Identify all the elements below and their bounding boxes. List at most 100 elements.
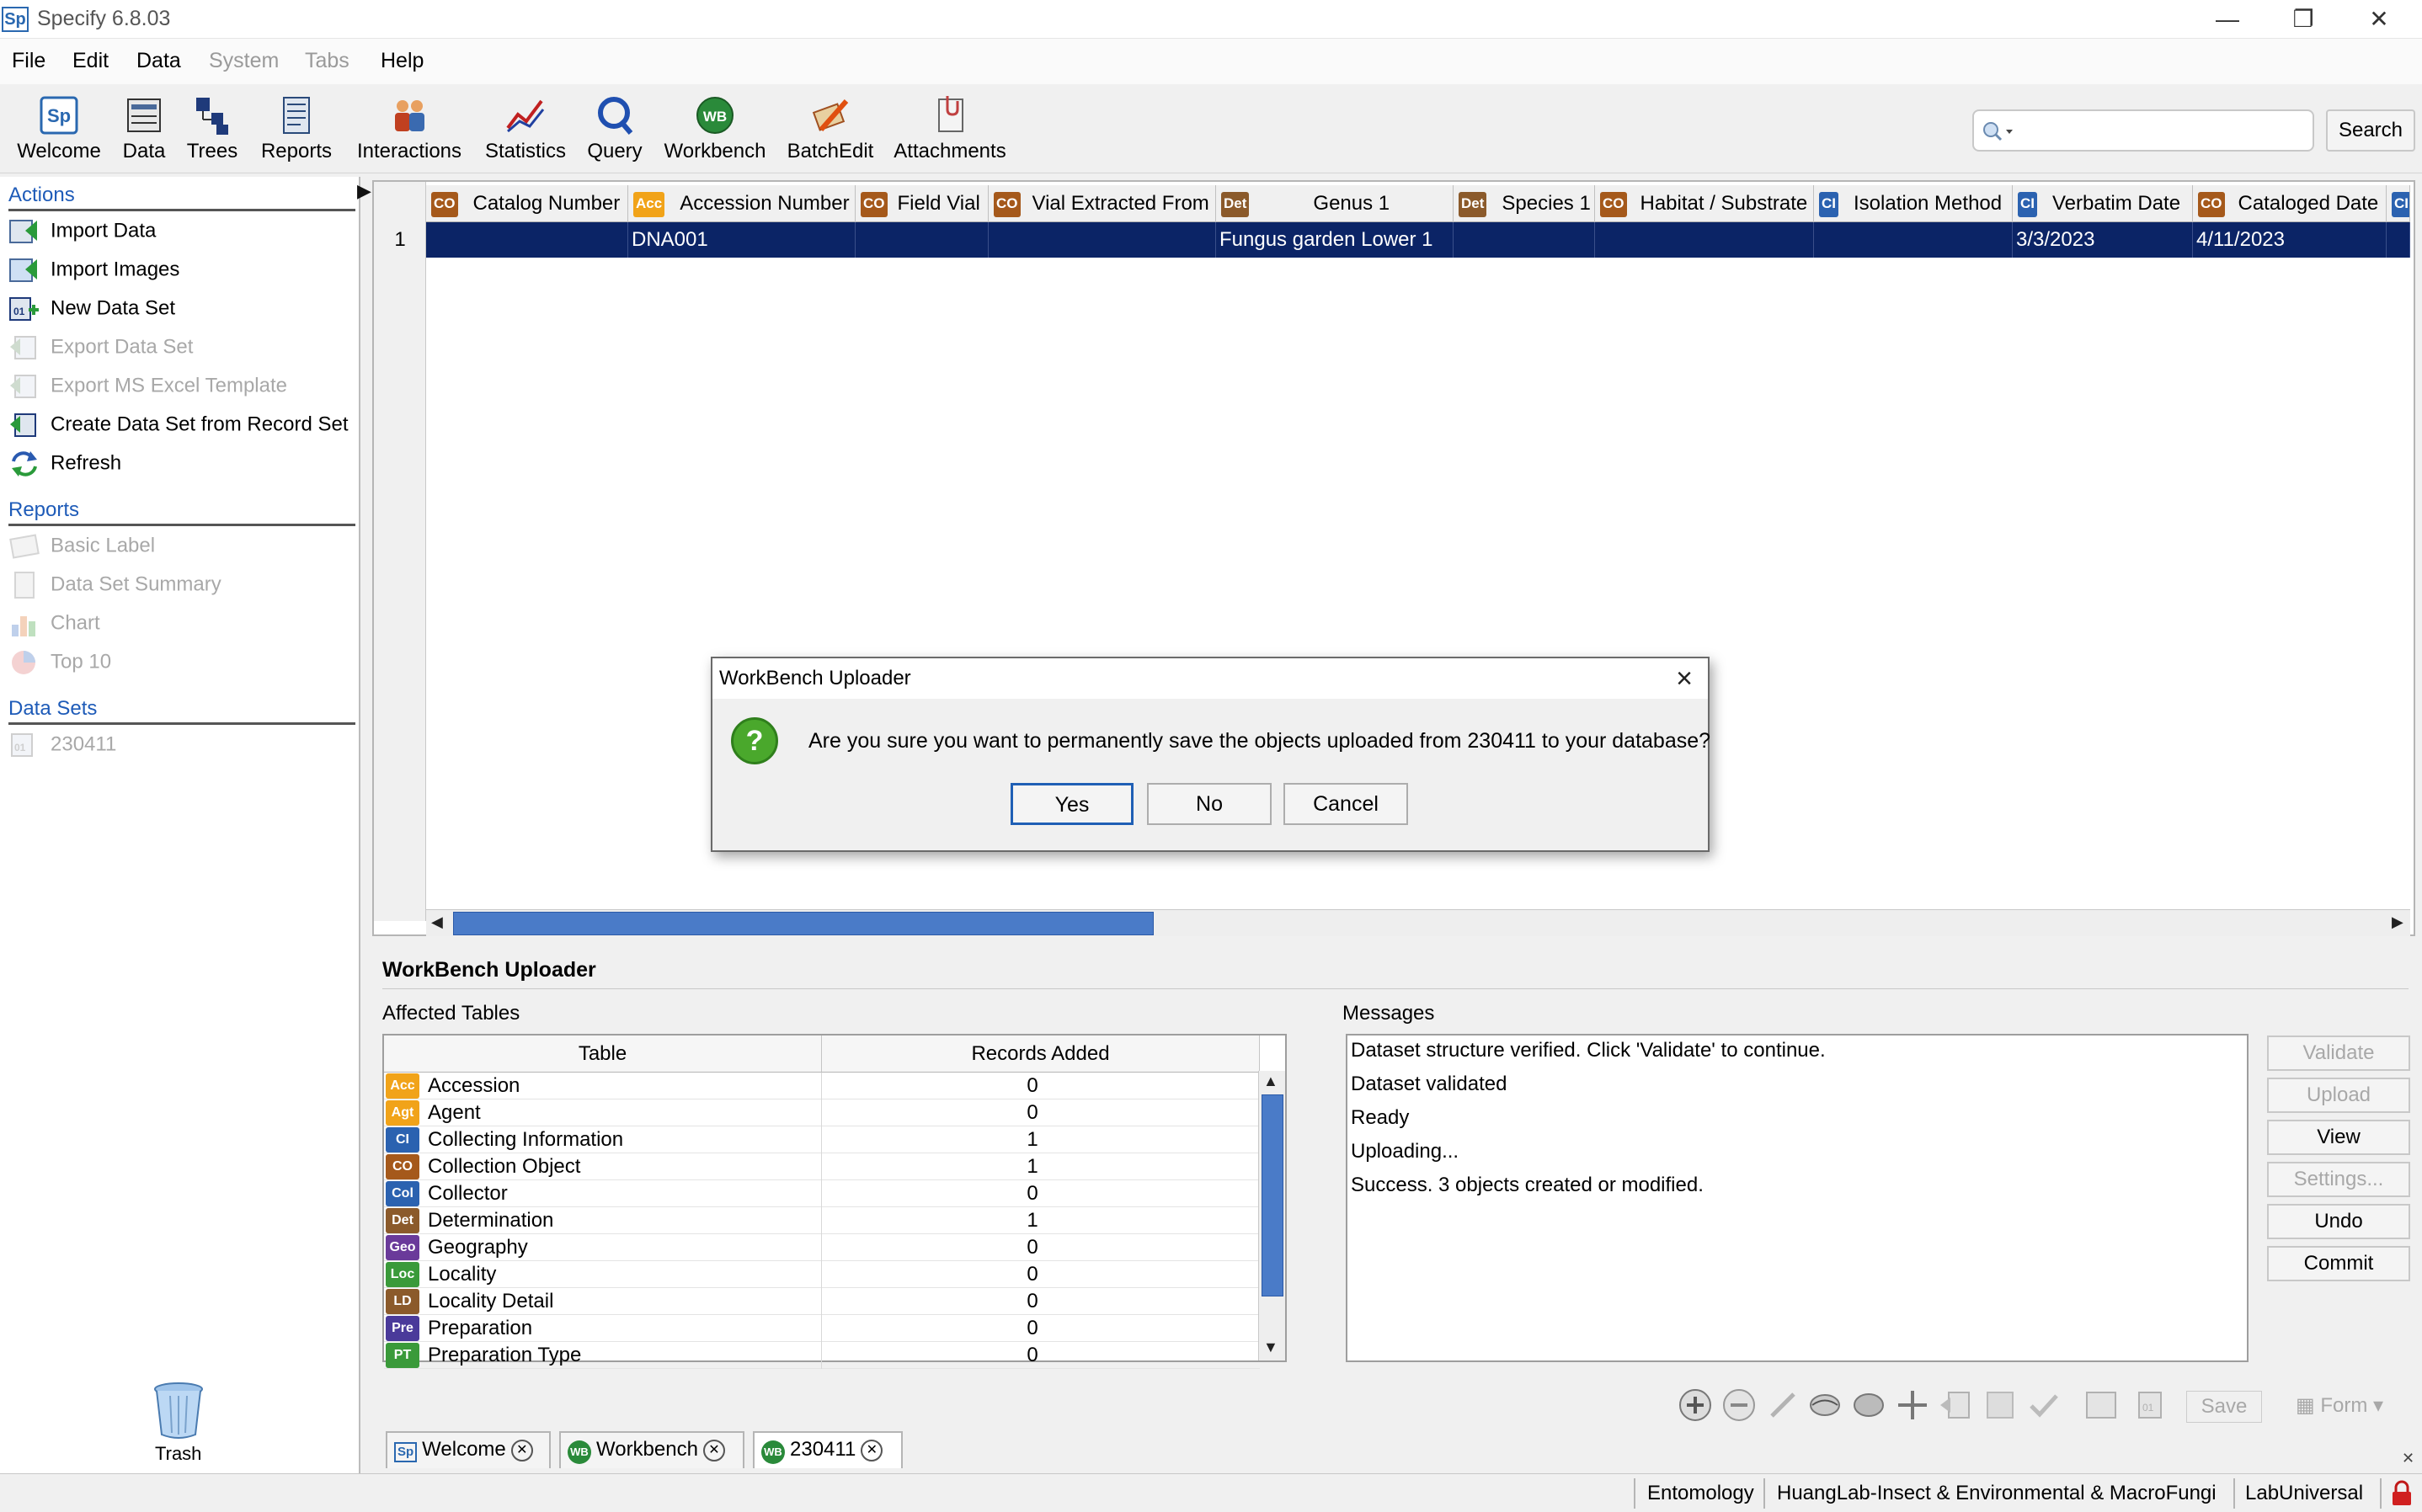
action-import-images[interactable]: Import Images (8, 256, 179, 290)
action-create-data-set-from-record-set[interactable]: Create Data Set from Record Set (8, 411, 348, 445)
action-refresh[interactable]: Refresh (8, 450, 121, 483)
dialog-close-icon[interactable]: × (1667, 662, 1701, 695)
lock-icon[interactable] (2390, 1480, 2414, 1507)
toolbar-data-button[interactable]: Data (115, 91, 173, 168)
menu-system[interactable]: System (209, 49, 279, 73)
report-data-set-summary[interactable]: Data Set Summary (8, 571, 221, 604)
menu-data[interactable]: Data (136, 49, 181, 73)
table-row[interactable]: Loc Locality 0 (384, 1261, 1260, 1288)
column-header-field-vial[interactable]: CO Field Vial (856, 185, 989, 222)
column-header-verbatim-date[interactable]: CI Verbatim Date (2013, 185, 2193, 222)
toolbar-trees-button[interactable]: Trees (180, 91, 244, 168)
table-row[interactable]: DNA001 Fungus garden Lower 1 3/3/2023 4/… (426, 222, 2410, 258)
action-import-data[interactable]: Import Data (8, 217, 156, 251)
toolbar-statistics-button[interactable]: Statistics (480, 91, 571, 168)
collapse-panel-arrow-icon[interactable]: ▶ (357, 180, 371, 202)
upload-button[interactable]: Upload (2267, 1078, 2410, 1113)
cell-partial[interactable] (2387, 222, 2410, 258)
action-new-data-set[interactable]: 01 New Data Set (8, 295, 175, 328)
column-header-species-1[interactable]: Det Species 1 (1454, 185, 1595, 222)
tab-230411[interactable]: WB 230411 ✕ (753, 1431, 903, 1468)
column-header-habitat-substrate[interactable]: CO Habitat / Substrate (1595, 185, 1814, 222)
cancel-button[interactable]: Cancel (1283, 783, 1408, 825)
image-window-icon[interactable] (2083, 1387, 2119, 1423)
column-header-vial-extracted-from[interactable]: CO Vial Extracted From (989, 185, 1216, 222)
report-basic-label[interactable]: Basic Label (8, 532, 155, 566)
table-row[interactable]: Det Determination 1 (384, 1207, 1260, 1234)
data-set-item[interactable]: 01 230411 (8, 731, 116, 764)
edit-cell-icon[interactable] (1765, 1387, 1800, 1423)
close-tab-icon[interactable]: ✕ (510, 1439, 533, 1461)
undo-button[interactable]: Undo (2267, 1204, 2410, 1239)
column-header-partial[interactable]: CI (2387, 185, 2410, 222)
column-header-isolation-method[interactable]: CI Isolation Method (1814, 185, 2013, 222)
affected-tables-table[interactable]: Table Records Added Acc Accession 0 Agt Agen… (382, 1034, 1287, 1369)
records-added-column-header[interactable]: Records Added (822, 1036, 1260, 1073)
remove-record-icon[interactable] (1721, 1387, 1757, 1423)
commit-button[interactable]: Commit (2267, 1246, 2410, 1281)
table-row[interactable]: CI Collecting Information 1 (384, 1126, 1260, 1153)
restore-button[interactable]: ❐ (2265, 3, 2341, 35)
yes-button[interactable]: Yes (1011, 783, 1134, 825)
export-icon[interactable] (1939, 1387, 1974, 1423)
scroll-down-arrow-icon[interactable]: ▼ (1263, 1339, 1278, 1356)
menu-file[interactable]: File (12, 49, 45, 73)
no-button[interactable]: No (1147, 783, 1272, 825)
form-view-button[interactable]: ▦ Form ▾ (2296, 1391, 2414, 1423)
cell-verbatim-date[interactable]: 3/3/2023 (2013, 222, 2193, 258)
grid-view-icon[interactable] (1982, 1387, 2018, 1423)
scroll-left-arrow-icon[interactable]: ◀ (431, 913, 443, 931)
report-chart[interactable]: Chart (8, 610, 100, 643)
tab-welcome[interactable]: Sp Welcome ✕ (386, 1431, 551, 1468)
close-tab-icon[interactable]: ✕ (861, 1439, 883, 1461)
action-export-data-set[interactable]: Export Data Set (8, 333, 193, 367)
table-row[interactable]: Acc Accession 0 (384, 1073, 1260, 1099)
view-button[interactable]: View (2267, 1120, 2410, 1155)
report-top-10[interactable]: Top 10 (8, 648, 111, 682)
toolbar-reports-button[interactable]: Reports (254, 91, 339, 168)
toolbar-attachments-button[interactable]: Attachments (891, 91, 1009, 168)
scroll-right-arrow-icon[interactable]: ▶ (2392, 913, 2403, 931)
column-header-accession-number[interactable]: Acc Accession Number (628, 185, 856, 222)
menu-edit[interactable]: Edit (72, 49, 109, 73)
cell-accession-number[interactable]: DNA001 (628, 222, 856, 258)
table-column-header[interactable]: Table (384, 1036, 822, 1073)
cell-species-1[interactable] (1454, 222, 1595, 258)
column-header-catalog-number[interactable]: CO Catalog Number (426, 185, 628, 222)
minimize-button[interactable]: — (2190, 3, 2265, 35)
search-input[interactable] (1972, 109, 2314, 152)
table-row[interactable]: Col Collector 0 (384, 1180, 1260, 1207)
table-row[interactable]: Agt Agent 0 (384, 1099, 1260, 1126)
search-button[interactable]: Search (2326, 109, 2415, 152)
crosshair-icon[interactable] (1895, 1387, 1930, 1423)
menu-tabs[interactable]: Tabs (305, 49, 349, 73)
save-button[interactable]: Save (2186, 1391, 2262, 1423)
toolbar-interactions-button[interactable]: Interactions (352, 91, 467, 168)
table-row[interactable]: CO Collection Object 1 (384, 1153, 1260, 1180)
tab-workbench[interactable]: WB Workbench ✕ (559, 1431, 744, 1468)
cell-genus-1[interactable]: Fungus garden Lower 1 (1216, 222, 1454, 258)
horizontal-scroll-thumb[interactable] (453, 912, 1154, 935)
table-row[interactable]: PT Preparation Type 0 (384, 1342, 1260, 1369)
table-row[interactable]: Geo Geography 0 (384, 1234, 1260, 1261)
cell-field-vial[interactable] (856, 222, 989, 258)
table-row[interactable]: LD Locality Detail 0 (384, 1288, 1260, 1315)
check-icon[interactable] (2026, 1387, 2062, 1423)
cell-habitat-substrate[interactable] (1595, 222, 1814, 258)
menu-help[interactable]: Help (381, 49, 424, 73)
transform-icon[interactable] (1807, 1387, 1843, 1423)
column-header-cataloged-date[interactable]: CO Cataloged Date (2193, 185, 2387, 222)
validate-button[interactable]: Validate (2267, 1036, 2410, 1071)
settings-button[interactable]: Settings... (2267, 1162, 2410, 1197)
vertical-scroll-thumb[interactable] (1262, 1094, 1283, 1296)
cell-vial-extracted-from[interactable] (989, 222, 1216, 258)
cell-cataloged-date[interactable]: 4/11/2023 (2193, 222, 2387, 258)
row-number[interactable]: 1 (374, 222, 426, 258)
column-header-genus-1[interactable]: Det Genus 1 (1216, 185, 1454, 222)
action-export-excel-template[interactable]: Export MS Excel Template (8, 372, 287, 406)
close-all-tabs-icon[interactable]: ✕ (2402, 1450, 2414, 1467)
toolbar-query-button[interactable]: Query (583, 91, 647, 168)
close-window-button[interactable]: ✕ (2341, 3, 2417, 35)
cell-catalog-number[interactable] (426, 222, 628, 258)
close-tab-icon[interactable]: ✕ (702, 1439, 725, 1461)
